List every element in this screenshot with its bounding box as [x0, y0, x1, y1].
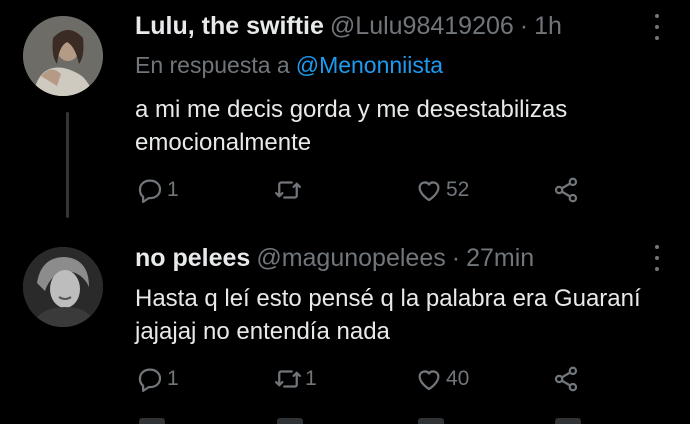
tweet[interactable]: no pelees @magunopelees · 27min Hasta q …: [0, 0, 690, 424]
tweet-text: Hasta q leí esto pensé q la palabra era …: [135, 285, 641, 345]
share-icon: [554, 366, 578, 392]
user-handle[interactable]: @magunopelees: [256, 244, 445, 273]
retweet-button[interactable]: 1: [273, 362, 317, 396]
like-icon: [418, 370, 440, 391]
reply-count: 1: [167, 367, 179, 390]
display-name[interactable]: no pelees: [135, 244, 250, 273]
separator-dot: ·: [451, 244, 461, 272]
avatar[interactable]: [23, 247, 103, 327]
retweet-icon: [275, 370, 301, 388]
reply-icon: [138, 368, 162, 392]
like-button[interactable]: 40: [414, 362, 469, 396]
more-options-icon[interactable]: [654, 245, 660, 271]
next-tweet-edge: [135, 418, 581, 424]
retweet-count: 1: [305, 367, 317, 390]
share-button[interactable]: [551, 362, 581, 396]
profile-photo-woman-icon: [23, 247, 103, 327]
like-count: 40: [446, 367, 470, 390]
reply-button[interactable]: 1: [135, 362, 179, 396]
tweet-header: no pelees @magunopelees · 27min: [135, 244, 534, 274]
timestamp[interactable]: 27min: [466, 244, 534, 273]
tweet-actions: 1 1 40: [135, 362, 580, 396]
